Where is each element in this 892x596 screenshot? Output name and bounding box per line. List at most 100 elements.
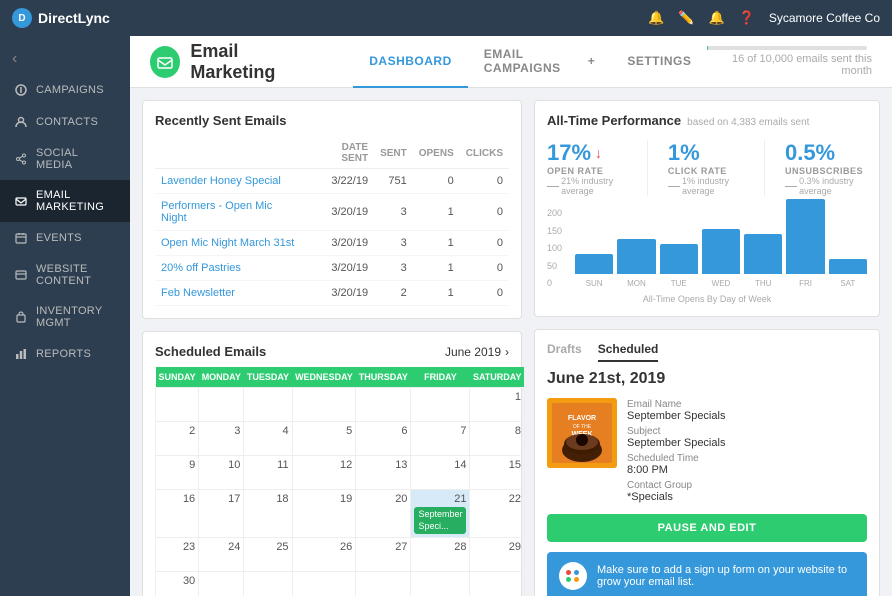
calendar-week-row: 1 [156,388,525,422]
calendar-day-cell[interactable]: 27 [356,538,411,572]
calendar-day-cell[interactable]: 26 [292,538,356,572]
email-name-row: Email Name September Specials [627,398,867,422]
calendar-day-cell[interactable]: 12 [292,456,356,490]
left-column: Recently Sent Emails Date Sent Sent Open… [142,100,522,584]
sidebar-item-inventory-mgmt[interactable]: Inventory MGMT [0,296,130,338]
calendar-day-cell[interactable]: 15 [470,456,525,490]
calendar-day-cell[interactable] [411,388,470,422]
calendar-day-cell[interactable] [470,572,525,596]
calendar-day-cell[interactable]: 5 [292,422,356,456]
sent-cell: 3 [374,231,413,256]
content-area: Recently Sent Emails Date Sent Sent Open… [130,88,892,596]
calendar-day-cell[interactable]: 30 [156,572,199,596]
calendar-day-cell[interactable]: 19 [292,490,356,538]
calendar-week-row: 30 [156,572,525,596]
metric-divider [647,140,648,196]
calendar-month[interactable]: June 2019 › [445,345,509,359]
notification-icon[interactable]: 🔔 [708,10,724,26]
contact-group: *Specials [627,491,673,503]
calendar-day-cell[interactable]: 14 [411,456,470,490]
calendar-day-cell[interactable]: 28 [411,538,470,572]
subject-row: Subject September Specials [627,425,867,449]
opens-cell: 1 [413,281,460,306]
calendar-day-cell[interactable]: 10 [199,456,244,490]
click-rate-avg: 1% industry average [668,176,744,196]
tab-dashboard[interactable]: Dashboard [353,36,468,88]
calendar-day-cell[interactable]: 29 [470,538,525,572]
calendar-event[interactable]: September Speci... [414,507,466,534]
sidebar-toggle[interactable]: ‹ [0,44,130,74]
logo-text: DirectLync [38,10,110,26]
date-cell: 3/20/19 [306,256,374,281]
calendar-day-cell[interactable] [356,572,411,596]
sidebar-item-label: Social Media [36,147,116,171]
sidebar-item-events[interactable]: Events [0,222,130,254]
calendar-day-cell[interactable]: 22 [470,490,525,538]
edit-icon[interactable]: ✏️ [678,10,694,26]
calendar-day-cell[interactable] [199,388,244,422]
trend-arrow-down: ↓ [595,145,602,161]
calendar-day-cell[interactable]: 2 [156,422,199,456]
gift-icon[interactable]: 🔔 [648,10,664,26]
drafts-tab[interactable]: Drafts [547,342,582,362]
calendar-day-cell[interactable]: 21September Speci... [411,490,470,538]
calendar-day-header: Sunday [156,367,199,388]
calendar-day-cell[interactable]: 6 [356,422,411,456]
calendar-day-cell[interactable]: 1 [470,388,525,422]
calendar-day-cell[interactable]: 3 [199,422,244,456]
calendar-day-cell[interactable]: 25 [244,538,292,572]
metrics-row: 17% ↓ Open Rate 21% industry average [547,140,867,196]
calendar-day-cell[interactable]: 23 [156,538,199,572]
sidebar-item-website-content[interactable]: Website Content [0,254,130,296]
chart-bar-label: TUE [671,279,687,288]
sidebar-item-reports[interactable]: Reports [0,338,130,370]
tab-settings[interactable]: Settings [611,36,707,88]
sidebar-item-campaigns[interactable]: Campaigns [0,74,130,106]
calendar-day-cell[interactable]: 16 [156,490,199,538]
email-name-cell[interactable]: Open Mic Night March 31st [155,231,306,256]
sidebar-item-contacts[interactable]: Contacts [0,106,130,138]
chart-bar-label: FRI [799,279,812,288]
calendar-day-cell[interactable]: 9 [156,456,199,490]
help-icon[interactable]: ❓ [739,10,755,26]
sent-cell: 3 [374,256,413,281]
calendar-day-cell[interactable]: 17 [199,490,244,538]
email-name-cell[interactable]: Performers - Open Mic Night [155,194,306,231]
pause-edit-button[interactable]: PAUSE AND EDIT [547,514,867,542]
sidebar: ‹ Campaigns Contacts Social Media Email … [0,36,130,596]
calendar-day-cell[interactable] [356,388,411,422]
calendar-day-cell[interactable] [156,388,199,422]
calendar-day-cell[interactable] [292,572,356,596]
calendar-day-cell[interactable] [292,388,356,422]
calendar-day-cell[interactable]: 4 [244,422,292,456]
events-icon [14,231,28,245]
calendar-day-cell[interactable]: 8 [470,422,525,456]
calendar-day-cell[interactable]: 11 [244,456,292,490]
calendar-day-cell[interactable]: 24 [199,538,244,572]
calendar-day-cell[interactable]: 7 [411,422,470,456]
user-account[interactable]: Sycamore Coffee Co [769,11,880,25]
email-name-cell[interactable]: Lavender Honey Special [155,169,306,194]
calendar-day-cell[interactable]: 20 [356,490,411,538]
chart-bar-label: WED [712,279,731,288]
chart-bar-label: SAT [840,279,855,288]
email-name-cell[interactable]: 20% off Pastries [155,256,306,281]
table-row: Lavender Honey Special 3/22/19 751 0 0 [155,169,509,194]
sidebar-item-email-marketing[interactable]: Email Marketing [0,180,130,222]
calendar-day-cell[interactable] [411,572,470,596]
calendar-day-cell[interactable]: 13 [356,456,411,490]
chevron-right-icon: › [505,345,509,359]
social-media-icon [14,152,28,166]
scheduled-tab[interactable]: Scheduled [598,342,659,362]
calendar-day-cell[interactable]: 18 [244,490,292,538]
click-rate-label: Click Rate [668,166,744,176]
email-name-cell[interactable]: Feb Newsletter [155,281,306,306]
sent-cell: 3 [374,194,413,231]
tab-email-campaigns[interactable]: Email Campaigns + [468,36,612,88]
cta-banner: Make sure to add a sign up form on your … [547,552,867,596]
calendar-day-cell[interactable] [244,572,292,596]
calendar-day-cell[interactable] [244,388,292,422]
calendar-day-header: Saturday [470,367,525,388]
calendar-day-cell[interactable] [199,572,244,596]
sidebar-item-social-media[interactable]: Social Media [0,138,130,180]
